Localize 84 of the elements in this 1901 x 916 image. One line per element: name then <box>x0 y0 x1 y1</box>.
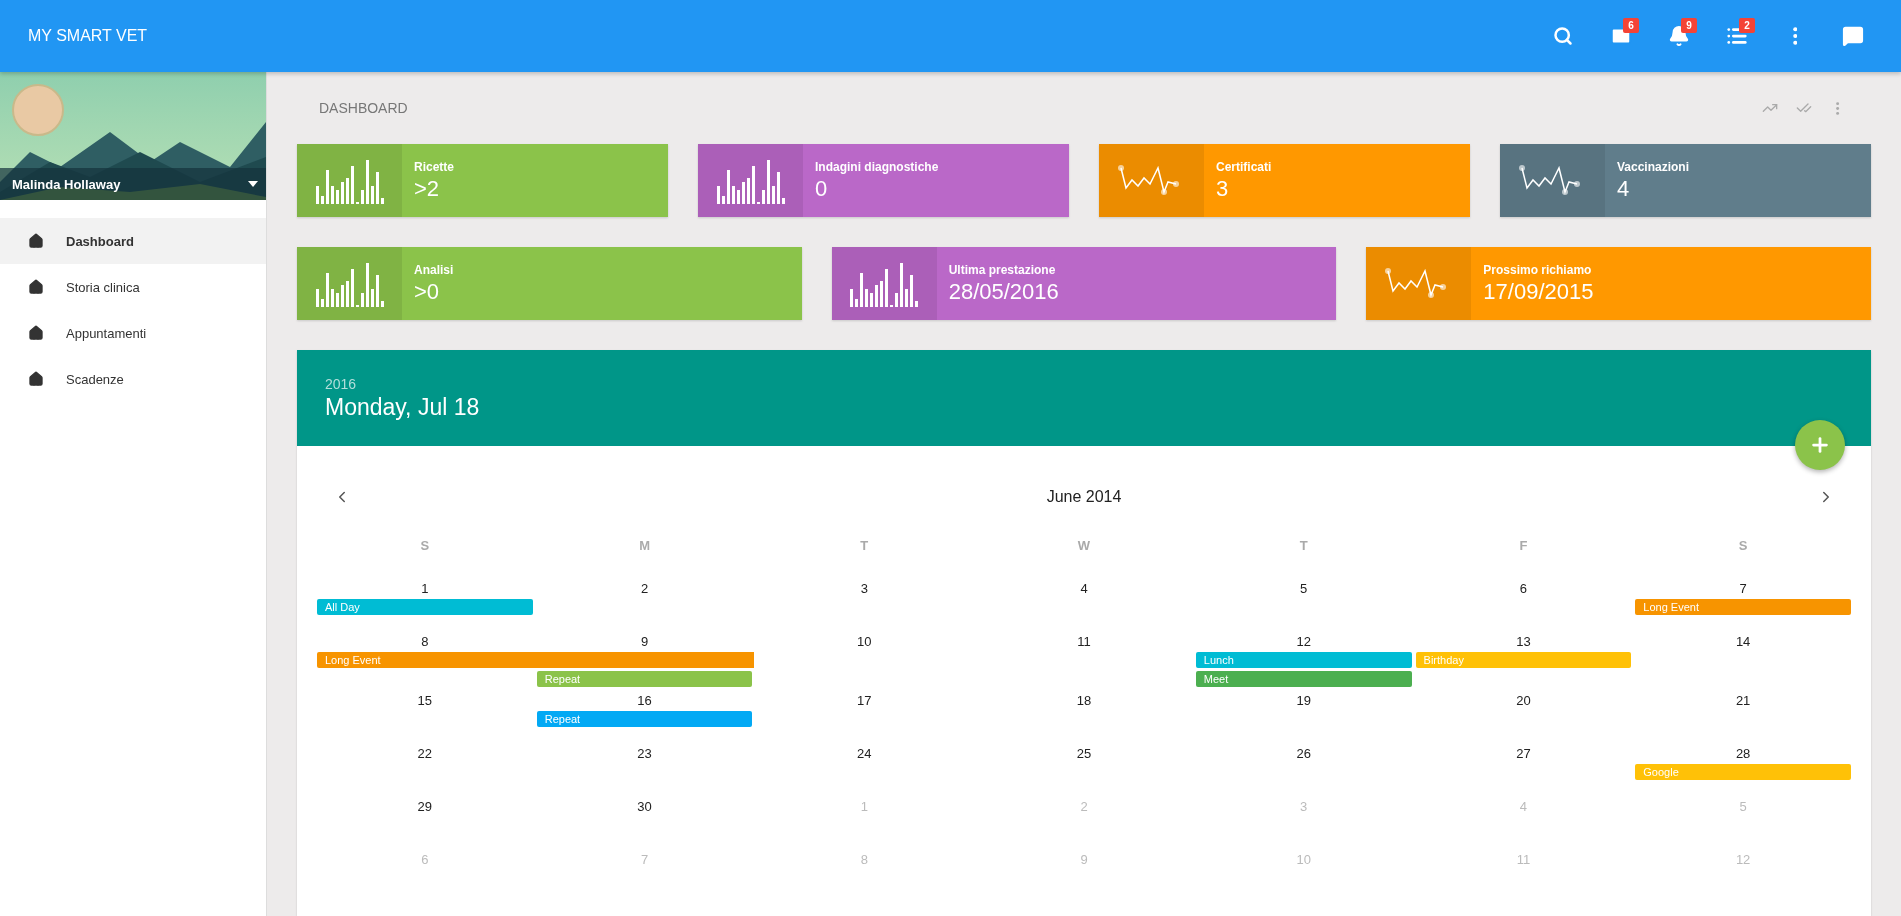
stat-label: Analisi <box>414 263 454 277</box>
mail-button[interactable]: 6 <box>1601 16 1641 56</box>
bar-sparkline-drawing <box>850 260 919 307</box>
day-number[interactable]: 30 <box>637 799 652 814</box>
day-number[interactable]: 14 <box>1735 634 1751 649</box>
day-number[interactable]: 21 <box>1735 693 1751 708</box>
day-number[interactable]: 15 <box>417 693 433 708</box>
day-number[interactable]: 6 <box>1519 581 1528 596</box>
plus-icon <box>1809 434 1831 456</box>
year-text: 2016 <box>325 376 358 392</box>
stat-label: Certificati <box>1216 160 1272 174</box>
stat-value: 28/05/2016 <box>948 279 1059 305</box>
page-title: DASHBOARD <box>319 100 408 116</box>
stat-value: >2 <box>414 176 441 202</box>
stat-value: 17/09/2015 <box>1483 279 1594 305</box>
nav-item[interactable]: Dashboard <box>0 218 266 264</box>
stat-label: Ultima prestazione <box>948 263 1057 277</box>
day-number[interactable]: 10 <box>857 634 872 649</box>
add-button[interactable] <box>1795 420 1845 470</box>
bar-sparkline-drawing <box>716 157 785 204</box>
day-number[interactable]: 27 <box>1516 746 1531 761</box>
day-number[interactable]: 2 <box>640 581 649 596</box>
count-badge: 2 <box>1739 18 1755 33</box>
more-icon <box>1836 101 1840 115</box>
weekday-label: S <box>419 537 431 555</box>
weekday-label: S <box>1737 537 1749 555</box>
bar-sparkline-drawing <box>315 260 384 307</box>
day-number[interactable]: 9 <box>640 634 649 649</box>
user-name: Malinda Hollaway <box>12 176 121 192</box>
day-number[interactable]: 1 <box>421 581 429 596</box>
day-number[interactable]: 29 <box>417 799 433 814</box>
count-badge: 9 <box>1681 18 1697 33</box>
day-number[interactable]: 28 <box>1735 746 1751 761</box>
stat-value: 3 <box>1216 176 1230 202</box>
day-number[interactable]: 4 <box>1080 581 1088 596</box>
app-title: MY SMART VET <box>28 27 149 45</box>
bar-sparkline-drawing <box>315 157 384 204</box>
home-icon <box>28 371 44 387</box>
weekday-label: W <box>1076 537 1092 555</box>
stat-label: Prossimo richiamo <box>1483 263 1593 277</box>
day-number[interactable]: 24 <box>857 746 872 761</box>
home-icon <box>28 279 44 295</box>
day-number[interactable]: 20 <box>1516 693 1531 708</box>
stat-value: 4 <box>1617 176 1631 202</box>
list-button[interactable]: 2 <box>1717 16 1757 56</box>
day-number[interactable]: 8 <box>421 634 429 649</box>
month-title: June 2014 <box>1046 488 1122 506</box>
nav-item[interactable]: Storia clinica <box>0 264 266 310</box>
chat-icon <box>1842 25 1864 47</box>
day-number[interactable]: 19 <box>1296 693 1311 708</box>
bell-button[interactable]: 9 <box>1659 16 1699 56</box>
day-number[interactable]: 7 <box>1739 581 1747 596</box>
weekday-label: T <box>859 537 870 555</box>
day-number[interactable]: 13 <box>1516 634 1531 649</box>
weekday-label: T <box>1298 537 1309 555</box>
caret-icon <box>248 181 258 187</box>
day-number[interactable]: 23 <box>637 746 652 761</box>
day-number[interactable]: 3 <box>860 581 868 596</box>
day-number[interactable]: 25 <box>1076 746 1092 761</box>
stat-label: Ricette <box>414 160 454 174</box>
search-icon <box>1553 26 1573 46</box>
avatar <box>12 84 64 136</box>
day-number[interactable]: 26 <box>1296 746 1311 761</box>
day-number[interactable]: 18 <box>1076 693 1092 708</box>
count-badge: 6 <box>1623 18 1639 33</box>
day-number[interactable]: 16 <box>637 693 652 708</box>
weekday-label: F <box>1518 537 1529 555</box>
weekday-label: M <box>638 537 651 555</box>
day-number[interactable]: 22 <box>417 746 433 761</box>
more-icon <box>1792 27 1798 45</box>
user-name-bar[interactable]: Malinda Hollaway <box>0 168 266 200</box>
stat-value: 0 <box>815 176 829 202</box>
date-text: Monday, Jul 18 <box>325 394 481 421</box>
day-number[interactable]: 12 <box>1296 634 1311 649</box>
nav-item[interactable]: Appuntamenti <box>0 310 266 356</box>
stat-value: >0 <box>414 279 441 305</box>
stat-label: Indagini diagnostiche <box>815 160 939 174</box>
day-number[interactable]: 11 <box>1077 634 1091 649</box>
day-number[interactable]: 17 <box>857 693 872 708</box>
home-icon <box>28 325 44 341</box>
home-icon <box>28 233 44 249</box>
stat-label: Vaccinazioni <box>1617 160 1690 174</box>
nav-item[interactable]: Scadenze <box>0 356 266 402</box>
day-number[interactable]: 5 <box>1300 581 1308 596</box>
